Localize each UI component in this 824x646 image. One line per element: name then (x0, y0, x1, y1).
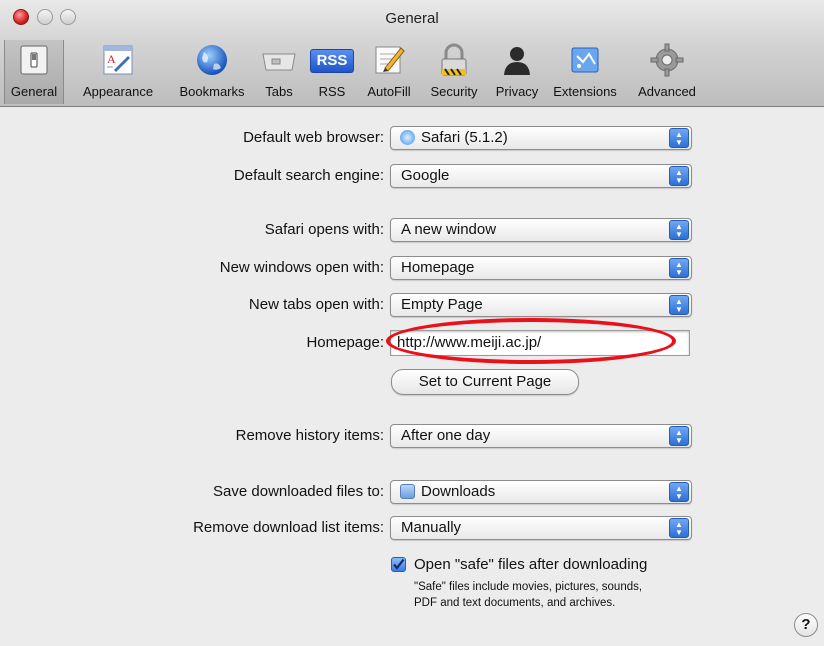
tab-tabs-label: Tabs (265, 84, 293, 99)
downloads-folder-icon (400, 484, 415, 499)
padlock-icon (441, 43, 467, 76)
homepage-value: http://www.meiji.ac.jp/ (397, 334, 542, 351)
tab-security[interactable]: Security (420, 40, 488, 104)
popup-arrows-icon: ▲ ▼ (669, 220, 689, 240)
rss-icon: RSS (310, 49, 354, 73)
remove-history-value: After one day (401, 427, 491, 444)
tab-privacy-label: Privacy (495, 84, 539, 99)
new-windows-value: Homepage (401, 259, 475, 276)
popup-arrows-icon: ▲ ▼ (669, 166, 689, 186)
safari-opens-with-value: A new window (401, 221, 497, 238)
tab-privacy[interactable]: Privacy (490, 40, 544, 104)
safari-opens-with-label: Safari opens with: (264, 221, 384, 238)
remove-downloads-label: Remove download list items: (193, 519, 384, 536)
popup-arrows-icon: ▲ ▼ (669, 482, 689, 502)
save-downloads-label: Save downloaded files to: (213, 483, 384, 500)
window-toolbar: General General A Appearance Bookmarks T… (0, 0, 824, 107)
save-downloads-value: Downloads (421, 483, 496, 500)
silhouette-icon (504, 47, 530, 75)
remove-history-label: Remove history items: (235, 427, 384, 444)
set-to-current-page-button[interactable]: Set to Current Page (391, 369, 579, 395)
tab-general[interactable]: General (4, 40, 64, 104)
checkmark-icon (393, 558, 405, 570)
extensions-puzzle-icon (571, 47, 599, 73)
search-engine-popup[interactable]: Google ▲ ▼ (390, 164, 692, 188)
tab-autofill[interactable]: AutoFill (360, 40, 418, 104)
popup-arrows-icon: ▲ ▼ (669, 426, 689, 446)
tab-rss-label: RSS (318, 84, 346, 99)
popup-arrows-icon: ▲ ▼ (669, 258, 689, 278)
open-safe-files-label: Open "safe" files after downloading (414, 556, 648, 573)
tab-extensions[interactable]: Extensions (544, 40, 626, 104)
tab-rss[interactable]: RSS RSS (306, 40, 358, 104)
autofill-pencil-icon (375, 46, 405, 74)
gear-icon (650, 43, 684, 77)
search-engine-value: Google (401, 167, 450, 184)
tab-extensions-label: Extensions (553, 84, 617, 99)
tab-security-label: Security (430, 84, 478, 99)
tab-autofill-label: AutoFill (367, 84, 411, 99)
tab-tabs[interactable]: Tabs (256, 40, 302, 104)
new-tabs-label: New tabs open with: (248, 296, 384, 313)
default-browser-value: Safari (5.1.2) (421, 129, 508, 146)
tab-bookmarks[interactable]: Bookmarks (172, 40, 252, 104)
default-browser-popup[interactable]: Safari (5.1.2) ▲ ▼ (390, 126, 692, 150)
safe-files-hint-line: PDF and text documents, and archives. (414, 597, 616, 609)
default-browser-label: Default web browser: (243, 129, 384, 146)
safe-files-hint: "Safe" files include movies, pictures, s… (414, 579, 642, 611)
svg-text:A: A (107, 52, 116, 66)
new-tabs-value: Empty Page (401, 296, 483, 313)
popup-arrows-icon: ▲ ▼ (669, 518, 689, 538)
open-safe-files-checkbox[interactable] (391, 557, 406, 572)
remove-downloads-value: Manually (401, 519, 462, 536)
tab-advanced-label: Advanced (638, 84, 696, 99)
popup-arrows-icon: ▲ ▼ (669, 295, 689, 315)
new-windows-popup[interactable]: Homepage ▲ ▼ (390, 256, 692, 280)
new-windows-label: New windows open with: (219, 259, 384, 276)
homepage-label: Homepage: (306, 334, 384, 351)
safe-files-hint-line: "Safe" files include movies, pictures, s… (414, 581, 643, 593)
appearance-icon: A (103, 45, 133, 75)
search-engine-label: Default search engine: (233, 167, 384, 184)
tab-general-label: General (10, 84, 58, 99)
tab-bookmarks-label: Bookmarks (179, 84, 245, 99)
safari-compass-icon (400, 130, 415, 145)
new-tabs-popup[interactable]: Empty Page ▲ ▼ (390, 293, 692, 317)
remove-downloads-popup[interactable]: Manually ▲ ▼ (390, 516, 692, 540)
tabs-icon (262, 53, 296, 71)
homepage-field[interactable]: http://www.meiji.ac.jp/ (390, 330, 690, 356)
general-preferences-pane: Default web browser: Safari (5.1.2) ▲ ▼ D… (0, 107, 824, 646)
general-switch-icon (20, 45, 48, 75)
tab-advanced[interactable]: Advanced (628, 40, 706, 104)
safari-opens-with-popup[interactable]: A new window ▲ ▼ (390, 218, 692, 242)
help-button[interactable]: ? (794, 613, 818, 637)
globe-icon (197, 45, 227, 75)
tab-appearance-label: Appearance (82, 84, 154, 99)
save-downloads-popup[interactable]: Downloads ▲ ▼ (390, 480, 692, 504)
remove-history-popup[interactable]: After one day ▲ ▼ (390, 424, 692, 448)
popup-arrows-icon: ▲ ▼ (669, 128, 689, 148)
window-title: General (385, 10, 439, 27)
tab-appearance[interactable]: A Appearance (64, 40, 172, 104)
